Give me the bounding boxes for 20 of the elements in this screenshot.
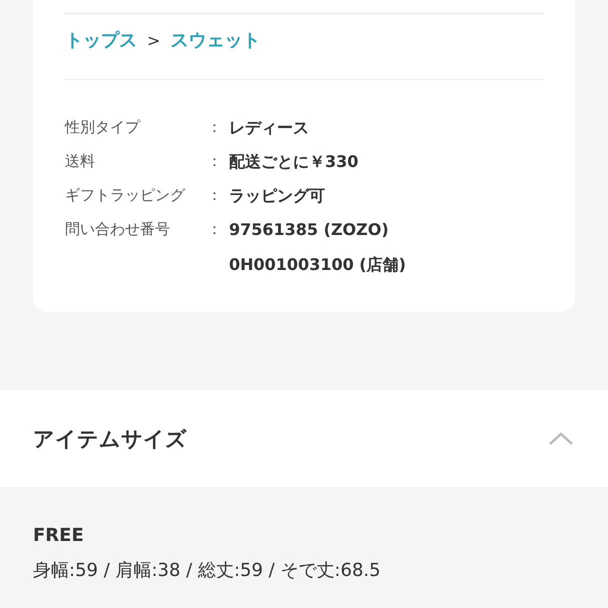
accordion-header[interactable]: アイテムサイズ — [0, 390, 608, 487]
detail-value: 配送ごとに￥330 — [229, 151, 360, 173]
section-title: アイテムサイズ — [33, 426, 187, 452]
detail-value: ラッピング可 — [229, 185, 326, 207]
detail-colon: ： — [207, 117, 223, 138]
breadcrumb-separator: > — [147, 30, 160, 50]
detail-label: 性別タイプ — [65, 117, 142, 138]
detail-colon: ： — [207, 151, 223, 172]
detail-colon: ： — [207, 219, 223, 240]
size-name: FREE — [33, 525, 85, 546]
detail-value: 97561385 (ZOZO) — [229, 219, 390, 241]
detail-label: 問い合わせ番号 — [65, 219, 171, 240]
detail-colon: ： — [207, 185, 223, 206]
detail-label: 送料 — [65, 151, 96, 172]
breadcrumb-link[interactable]: トップス — [65, 28, 137, 52]
size-measurements: 身幅:59 / 肩幅:38 / 総丈:59 / そで丈:68.5 — [33, 559, 382, 582]
detail-value: レディース — [229, 117, 310, 139]
breadcrumb-link[interactable]: スウェット — [170, 28, 260, 52]
detail-value: 0H001003100 (店舗) — [229, 254, 407, 276]
detail-label: ギフトラッピング — [65, 185, 186, 206]
